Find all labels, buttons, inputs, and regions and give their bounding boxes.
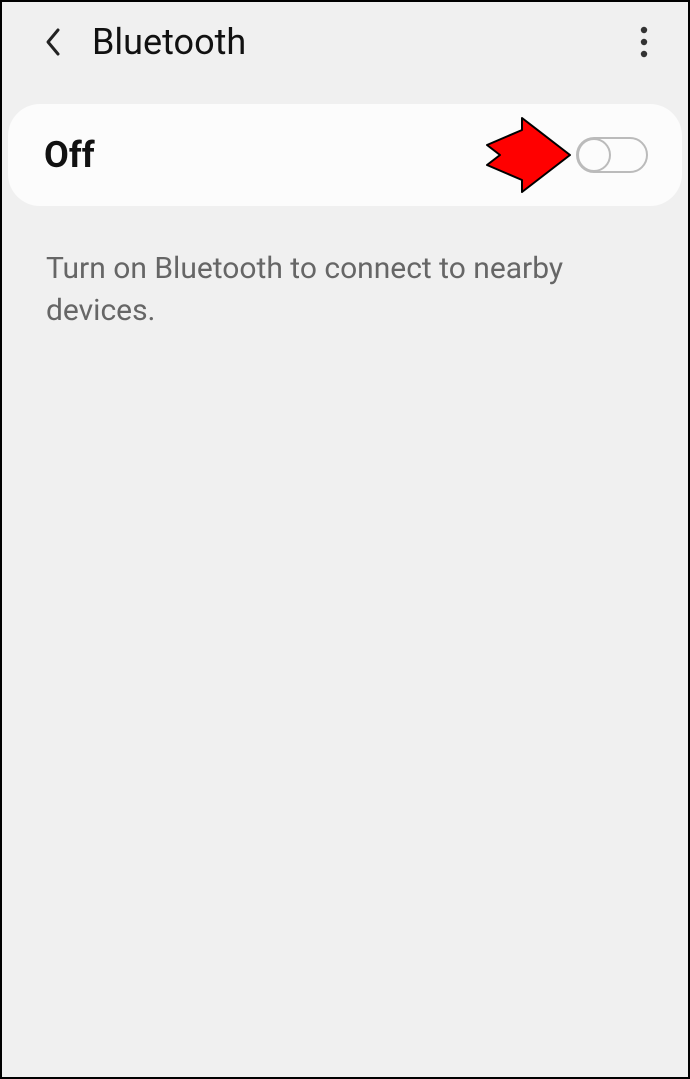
header: Bluetooth bbox=[2, 2, 688, 82]
bluetooth-status-label: Off bbox=[44, 134, 95, 176]
page-title: Bluetooth bbox=[92, 21, 246, 63]
more-options-icon[interactable] bbox=[628, 22, 660, 62]
toggle-knob bbox=[577, 138, 611, 172]
annotation-arrow-icon bbox=[482, 115, 572, 195]
header-left: Bluetooth bbox=[42, 21, 246, 63]
bluetooth-toggle-card: Off bbox=[8, 104, 682, 206]
back-icon[interactable] bbox=[42, 24, 64, 60]
bluetooth-description: Turn on Bluetooth to connect to nearby d… bbox=[2, 206, 688, 332]
bluetooth-toggle[interactable] bbox=[576, 137, 648, 173]
